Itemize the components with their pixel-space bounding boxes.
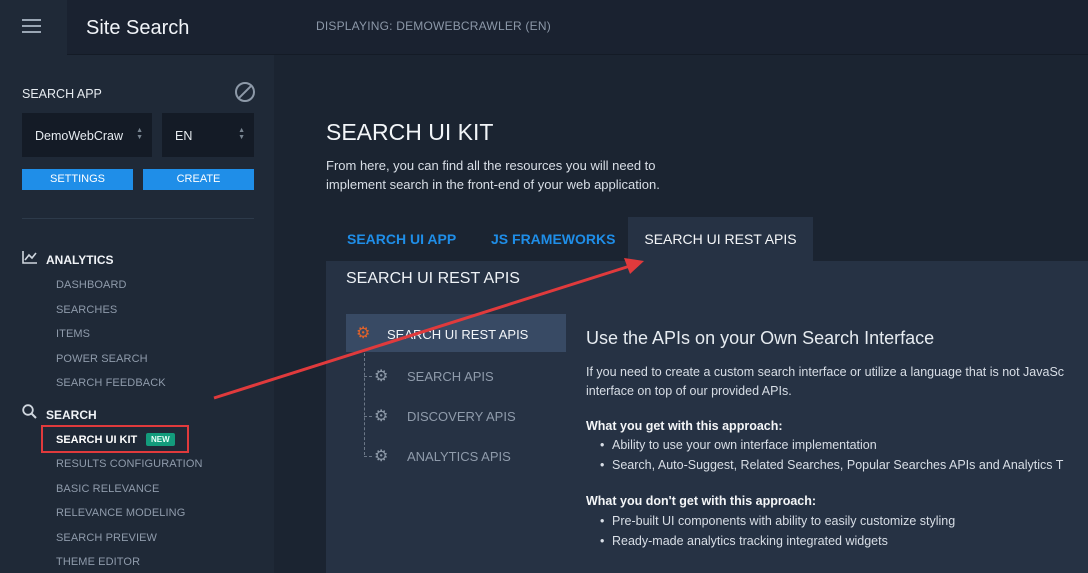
- analytics-heading-label: ANALYTICS: [46, 253, 114, 267]
- app-select[interactable]: DemoWebCraw ▲ ▼: [22, 113, 152, 157]
- new-badge: NEW: [146, 433, 175, 446]
- sidebar-item-dashboard[interactable]: DASHBOARD: [56, 279, 127, 291]
- dont-list-item: Pre-built UI components with ability to …: [600, 514, 955, 528]
- sidebar: SEARCH APP DemoWebCraw ▲ ▼ EN ▲ ▼ SETTINGS…: [0, 55, 274, 573]
- panel-title: SEARCH UI REST APIS: [346, 270, 520, 287]
- api-nav-label: ANALYTICS APIS: [407, 449, 511, 464]
- paragraph-line: interface on top of our provided APIs.: [586, 384, 792, 398]
- what-you-get-heading: What you get with this approach:: [586, 419, 783, 433]
- api-nav-search-ui-rest-apis[interactable]: ⚙ SEARCH UI REST APIS: [346, 314, 566, 352]
- api-nav-label: SEARCH APIS: [407, 369, 494, 384]
- page-title: SEARCH UI KIT: [326, 119, 494, 145]
- api-nav-label: SEARCH UI REST APIS: [387, 327, 529, 342]
- menu-toggle[interactable]: [0, 0, 67, 55]
- page-description: From here, you can find all the resource…: [326, 158, 660, 192]
- sidebar-item-theme-editor[interactable]: THEME EDITOR: [56, 556, 140, 568]
- search-icon: [22, 404, 38, 422]
- hamburger-icon: [22, 19, 41, 33]
- sidebar-item-searches[interactable]: SEARCHES: [56, 304, 117, 316]
- get-list-item: Ability to use your own interface implem…: [600, 438, 877, 452]
- content-heading: Use the APIs on your Own Search Interfac…: [586, 328, 935, 348]
- sidebar-item-items[interactable]: ITEMS: [56, 328, 90, 340]
- what-you-dont-get-heading: What you don't get with this approach:: [586, 494, 817, 508]
- api-nav-label: DISCOVERY APIS: [407, 409, 516, 424]
- gear-icon: ⚙: [374, 448, 389, 465]
- tab-panel: SEARCH UI REST APIS ⚙ SEARCH UI REST API…: [326, 261, 1088, 573]
- api-nav-search-apis[interactable]: ⚙ SEARCH APIS: [364, 365, 564, 387]
- top-bar: Site Search DISPLAYING: DEMOWEBCRAWLER (…: [0, 0, 1088, 55]
- content-paragraph: If you need to create a custom search in…: [586, 363, 1088, 401]
- disconnect-icon[interactable]: [235, 82, 255, 102]
- language-select-value: EN: [175, 129, 193, 143]
- sidebar-item-results-configuration[interactable]: RESULTS CONFIGURATION: [56, 458, 203, 470]
- sidebar-divider: [22, 218, 254, 219]
- app-root: Site Search DISPLAYING: DEMOWEBCRAWLER (…: [0, 0, 1088, 573]
- settings-button[interactable]: SETTINGS: [22, 169, 133, 190]
- paragraph-line: If you need to create a custom search in…: [586, 365, 1065, 379]
- search-heading-label: SEARCH: [46, 408, 97, 422]
- language-select[interactable]: EN ▲ ▼: [162, 113, 254, 157]
- tab-search-ui-app[interactable]: SEARCH UI APP: [347, 217, 456, 261]
- sidebar-item-search-feedback[interactable]: SEARCH FEEDBACK: [56, 377, 166, 389]
- select-arrows-icon: ▲ ▼: [136, 127, 143, 141]
- sidebar-item-label: SEARCH UI KIT: [56, 434, 138, 446]
- search-heading[interactable]: SEARCH: [22, 404, 97, 422]
- sidebar-item-search-preview[interactable]: SEARCH PREVIEW: [56, 532, 157, 544]
- select-arrows-icon: ▲ ▼: [238, 127, 245, 141]
- sidebar-item-basic-relevance[interactable]: BASIC RELEVANCE: [56, 483, 159, 495]
- app-title: Site Search: [86, 17, 190, 39]
- gear-icon: ⚙: [374, 368, 389, 385]
- api-nav-discovery-apis[interactable]: ⚙ DISCOVERY APIS: [364, 405, 564, 427]
- tab-search-ui-rest-apis[interactable]: SEARCH UI REST APIS: [628, 217, 813, 261]
- gear-icon: ⚙: [374, 408, 389, 425]
- sidebar-item-search-ui-kit[interactable]: SEARCH UI KIT NEW: [41, 425, 189, 453]
- sidebar-item-relevance-modeling[interactable]: RELEVANCE MODELING: [56, 507, 185, 519]
- analytics-heading[interactable]: ANALYTICS: [22, 251, 114, 267]
- create-button[interactable]: CREATE: [143, 169, 254, 190]
- dont-list-item: Ready-made analytics tracking integrated…: [600, 534, 888, 548]
- main-content: SEARCH UI KIT From here, you can find al…: [274, 55, 1088, 573]
- app-select-value: DemoWebCraw: [35, 129, 123, 143]
- get-list-item: Search, Auto-Suggest, Related Searches, …: [600, 458, 1063, 472]
- chart-line-icon: [22, 251, 38, 267]
- sidebar-item-power-search[interactable]: POWER SEARCH: [56, 353, 148, 365]
- search-app-label: SEARCH APP: [22, 87, 102, 101]
- api-nav-analytics-apis[interactable]: ⚙ ANALYTICS APIS: [364, 445, 564, 467]
- gear-icon: ⚙: [356, 325, 371, 342]
- tab-js-frameworks[interactable]: JS FRAMEWORKS: [491, 217, 615, 261]
- displaying-label: DISPLAYING: DEMOWEBCRAWLER (EN): [316, 19, 551, 33]
